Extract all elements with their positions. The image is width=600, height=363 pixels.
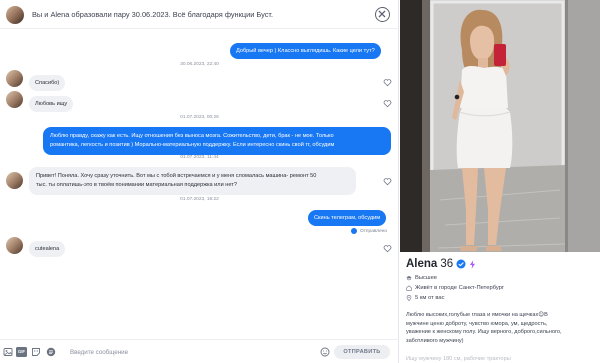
message-timestamp: 01.07.2023, 16:22: [180, 197, 219, 202]
profile-pane: Alena 36 Высшее Живёт в городе Санкт-Пет…: [400, 0, 600, 363]
profile-bio: Люблю высоких,голубые глаза и ямочки на …: [406, 311, 594, 346]
chat-pane: Вы и Alena образовали пару 30.06.2023. В…: [0, 0, 399, 363]
chat-header: Вы и Alena образовали пару 30.06.2023. В…: [0, 0, 399, 29]
message-timestamp: 01.07.2023, 00:26: [180, 115, 219, 120]
message-input[interactable]: [70, 346, 310, 358]
like-heart-icon[interactable]: [383, 99, 392, 108]
gif-button[interactable]: GIF: [16, 347, 27, 357]
distance-text: 5 км от вас: [415, 295, 445, 301]
message-incoming: Любовь ищу: [29, 96, 74, 112]
sticker-icon[interactable]: [31, 347, 41, 357]
message-line: тыс. ты оплатишь-это в твоём понимании м…: [36, 182, 237, 188]
location-pin-icon: [406, 295, 412, 301]
bio-line: Люблю высоких,голубые глаза и ямочки на …: [406, 312, 548, 318]
bio-line: мужчине ценю доброту, чувство юмора, ум,…: [406, 320, 548, 327]
close-icon: [378, 10, 386, 18]
match-notice: Вы и Alena образовали пару 30.06.2023. В…: [32, 10, 274, 19]
match-avatar[interactable]: [6, 6, 24, 24]
message-timestamp: 01.07.2023, 11:44: [180, 155, 219, 160]
graduation-cap-icon: [406, 276, 412, 281]
image-attach-icon[interactable]: [3, 347, 13, 357]
message-incoming: Спасибо): [29, 75, 66, 91]
bio-faded-line: Ищу мужчину 180 см, рабочие тракторы: [406, 356, 511, 362]
message-outgoing: Добрый вечер ) Классно выглядишь. Какие …: [230, 43, 381, 59]
emoji-icon[interactable]: [320, 347, 330, 357]
education-text: Высшее: [415, 275, 438, 281]
profile-age: 36: [440, 258, 454, 270]
message-line: Люблю правду, скажу как есть. Ищу отноше…: [50, 133, 334, 139]
sender-avatar[interactable]: [6, 172, 23, 189]
message-list: Добрый вечер ) Классно выглядишь. Какие …: [0, 30, 399, 335]
message-incoming: Привет! Поняла. Хочу сразу уточнить. Вот…: [29, 167, 356, 195]
message-incoming: cutealena: [29, 241, 66, 257]
message-outgoing: Люблю правду, скажу как есть. Ищу отноше…: [43, 127, 391, 155]
profile-name-row: Alena 36: [406, 258, 476, 270]
delivery-status: Отправлено: [351, 228, 387, 234]
bio-line: уважение к женскому полу. Ищу верного, д…: [406, 329, 562, 336]
sender-avatar[interactable]: [6, 237, 23, 254]
message-line: Привет! Поняла. Хочу сразу уточнить. Вот…: [36, 173, 317, 179]
close-chat-button[interactable]: [375, 7, 390, 22]
message-line: романтика, легкость и позитив ) Морально…: [50, 142, 335, 148]
boost-lightning-icon: [470, 259, 476, 269]
sender-avatar[interactable]: [6, 91, 23, 108]
sender-avatar[interactable]: [6, 70, 23, 87]
profile-name: Alena: [406, 258, 438, 270]
distance-row: 5 км от вас: [406, 295, 444, 301]
message-timestamp: 30.06.2023, 22:40: [180, 62, 219, 67]
home-icon: [406, 285, 412, 291]
bio-line: заботливого мужчину): [406, 338, 464, 345]
menu-icon[interactable]: [46, 347, 56, 357]
profile-photo[interactable]: [400, 0, 600, 252]
like-heart-icon[interactable]: [383, 244, 392, 253]
city-text: Живёт в городе Санкт-Петербург: [415, 285, 505, 291]
verified-badge-icon: [456, 259, 466, 269]
delivery-status-label: Отправлено: [360, 228, 388, 234]
like-heart-icon[interactable]: [383, 78, 392, 87]
status-avatar: [351, 228, 357, 234]
city-row: Живёт в городе Санкт-Петербург: [406, 285, 504, 291]
like-heart-icon[interactable]: [383, 177, 392, 186]
message-composer: GIF ОТПРАВИТЬ: [0, 339, 399, 363]
send-button[interactable]: ОТПРАВИТЬ: [334, 345, 390, 359]
education-row: Высшее: [406, 275, 437, 281]
message-outgoing: Скинь телеграм, обсудим: [308, 210, 387, 226]
